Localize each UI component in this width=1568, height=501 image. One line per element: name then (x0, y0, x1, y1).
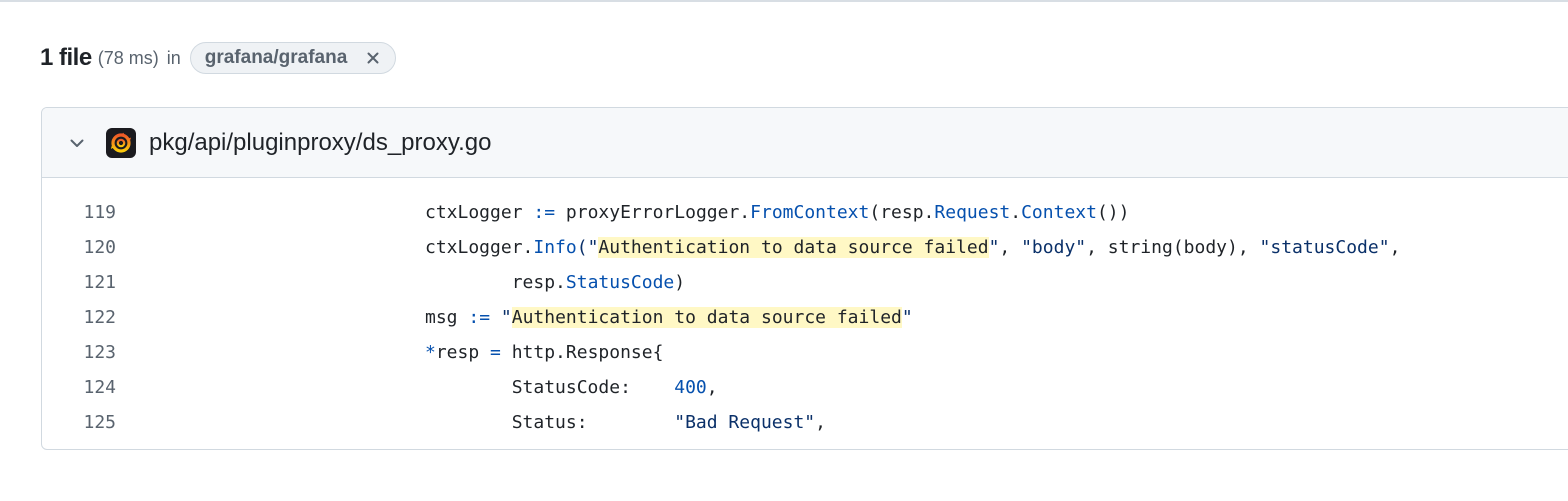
file-header[interactable]: pkg/api/pluginproxy/ds_proxy.go (42, 108, 1568, 178)
code-text: msg := "Authentication to data source fa… (425, 300, 913, 335)
code-token: := (533, 202, 556, 223)
code-line: 125 Status: "Bad Request", (42, 405, 1568, 440)
search-match: Authentication to data source failed (598, 237, 989, 258)
code-token: , (706, 377, 718, 398)
code-text: *resp = http.Response{ (425, 335, 663, 370)
file-path-link[interactable]: pkg/api/pluginproxy/ds_proxy.go (149, 129, 491, 157)
code-line: 124 StatusCode: 400, (42, 370, 1568, 405)
code-token: 400 (674, 377, 707, 398)
code-token: Context (1021, 202, 1097, 223)
code-token: " (500, 307, 512, 328)
repo-filter-chip[interactable]: grafana/grafana (189, 42, 397, 74)
code-token: ctxLogger. (425, 237, 534, 258)
top-divider (0, 0, 1568, 2)
code-token: Status: (425, 412, 675, 433)
code-token: (" (576, 237, 599, 258)
search-match: Authentication to data source failed (511, 307, 902, 328)
code-line: 119 ctxLogger := proxyErrorLogger.FromCon… (42, 195, 1568, 230)
x-icon[interactable] (365, 50, 381, 66)
file-result: pkg/api/pluginproxy/ds_proxy.go 119 ctxLo… (41, 107, 1568, 450)
code-token: http.Response{ (500, 342, 664, 363)
search-timing: (78 ms) (97, 47, 159, 68)
code-token: "Bad Request" (674, 412, 816, 433)
code-token: Request (934, 202, 1011, 223)
chevron-down-icon[interactable] (67, 133, 87, 153)
line-number[interactable]: 125 (42, 405, 116, 440)
code-token: Info (533, 237, 577, 258)
code-token: "body" (1021, 237, 1087, 258)
code-line: 120 ctxLogger.Info("Authentication to dat… (42, 230, 1568, 265)
code-token: = (490, 342, 501, 363)
code-token: ) (674, 272, 686, 293)
code-token: := (468, 307, 491, 328)
in-label: in (166, 47, 181, 68)
line-number[interactable]: 121 (42, 265, 116, 300)
code-token: (resp. (869, 202, 935, 223)
code-token: StatusCode: (425, 377, 675, 398)
code-token: StatusCode (565, 272, 675, 293)
code-token: proxyErrorLogger. (555, 202, 751, 223)
code-token: resp. (425, 272, 566, 293)
results-summary: 1 file (78 ms) in grafana/grafana (40, 40, 397, 76)
code-token: , (1389, 237, 1401, 258)
code-text: resp.StatusCode) (425, 265, 685, 300)
result-count: 1 file (40, 44, 92, 71)
grafana-logo-icon (106, 127, 136, 158)
code-token: ()) (1096, 202, 1130, 223)
repo-filter-label: grafana/grafana (204, 47, 348, 68)
code-snippet: 119 ctxLogger := proxyErrorLogger.FromCon… (42, 178, 1568, 440)
code-token: , (999, 237, 1022, 258)
code-line: 122 msg := "Authentication to data source… (42, 300, 1568, 335)
code-token: , string(body), (1086, 237, 1260, 258)
line-number[interactable]: 119 (42, 195, 116, 230)
line-number[interactable]: 122 (42, 300, 116, 335)
code-token: FromContext (750, 202, 870, 223)
code-text: StatusCode: 400, (425, 370, 718, 405)
code-token: resp (435, 342, 491, 363)
code-token: " (988, 237, 1000, 258)
code-token: msg (425, 307, 469, 328)
line-number[interactable]: 123 (42, 335, 116, 370)
code-token: " (901, 307, 913, 328)
code-token: , (815, 412, 826, 433)
code-token: ctxLogger (425, 202, 534, 223)
code-text: ctxLogger.Info("Authentication to data s… (425, 230, 1400, 265)
code-token: . (1010, 202, 1022, 223)
code-text: Status: "Bad Request", (425, 405, 826, 440)
code-line: 121 resp.StatusCode) (42, 265, 1568, 300)
code-token: "statusCode" (1259, 237, 1390, 258)
code-text: ctxLogger := proxyErrorLogger.FromContex… (425, 195, 1129, 230)
code-line: 123 *resp = http.Response{ (42, 335, 1568, 370)
line-number[interactable]: 120 (42, 230, 116, 265)
code-token: * (425, 342, 436, 363)
line-number[interactable]: 124 (42, 370, 116, 405)
